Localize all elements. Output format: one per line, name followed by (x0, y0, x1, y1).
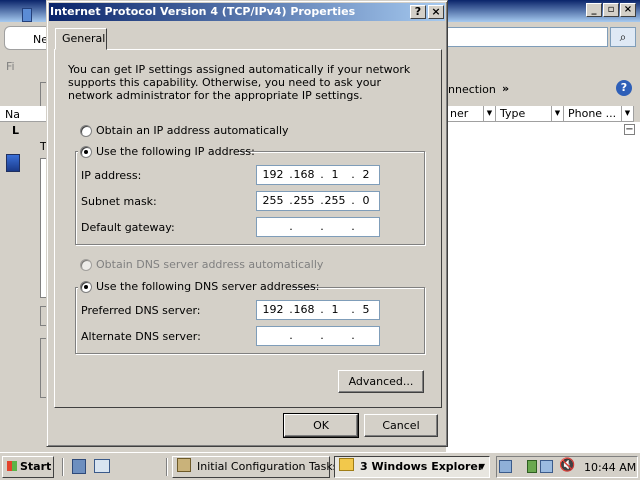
tray-security-icon[interactable] (527, 460, 537, 473)
radio-obtain-dns-auto[interactable] (80, 259, 92, 271)
show-desktop-icon[interactable] (94, 459, 110, 473)
preferred-dns-field[interactable]: 192. 168. 1. 5 (256, 300, 380, 320)
task-initial-configuration[interactable]: Initial Configuration Tasks (172, 456, 339, 478)
radio-obtain-dns-auto-label[interactable]: Obtain DNS server address automatically (96, 258, 323, 271)
chevron-down-icon[interactable]: ▼ (621, 106, 633, 121)
start-button[interactable]: Start (2, 456, 54, 478)
search-input[interactable] (446, 27, 608, 47)
radio-use-static-ip-label[interactable]: Use the following IP address: (96, 145, 255, 158)
task-label: Initial Configuration Tasks (197, 460, 339, 473)
ip-address-label: IP address: (81, 169, 142, 182)
default-gateway-label: Default gateway: (81, 221, 175, 234)
toolbar-more-icon[interactable]: » (502, 82, 509, 95)
list-fragment: L (12, 124, 20, 137)
menu-fragment: Fi (6, 60, 15, 73)
folder-icon (339, 458, 354, 471)
help-button[interactable]: ? (410, 5, 426, 19)
network-tray-icon[interactable] (540, 460, 553, 473)
chevron-down-icon[interactable]: ▼ (483, 106, 495, 121)
help-icon[interactable]: ? (616, 80, 632, 96)
volume-muted-icon[interactable]: 🔇 (559, 458, 575, 474)
column-fragment: Na (5, 108, 20, 121)
column-header-phone[interactable]: Phone ... ▼ (564, 106, 634, 122)
subnet-mask-field[interactable]: 255. 255. 255. 0 (256, 191, 380, 211)
advanced-button[interactable]: Advanced... (338, 370, 424, 393)
search-icon[interactable]: ⌕ (610, 27, 636, 47)
network-icon (6, 154, 20, 172)
default-gateway-field[interactable]: . . . (256, 217, 380, 237)
task-label: 3 Windows Explorer (360, 460, 484, 473)
radio-use-static-dns-label[interactable]: Use the following DNS server addresses: (96, 280, 319, 293)
start-label: Start (20, 460, 52, 473)
configuration-tasks-icon (177, 458, 191, 472)
ip-address-field[interactable]: 192. 168. 1. 2 (256, 165, 380, 185)
close-button[interactable]: × (428, 5, 444, 19)
collapse-icon[interactable]: − (624, 124, 635, 135)
preferred-dns-label: Preferred DNS server: (81, 304, 201, 317)
clock[interactable]: 10:44 AM (584, 461, 636, 474)
taskbar-separator (62, 458, 64, 476)
taskbar-separator (166, 458, 168, 476)
background-app-icon (22, 8, 32, 22)
chevron-down-icon[interactable]: ▼ (551, 106, 563, 121)
task-windows-explorer[interactable]: 3 Windows Explorer ▼ (334, 456, 490, 478)
toolbar-connection-label[interactable]: nnection (448, 83, 496, 96)
alternate-dns-label: Alternate DNS server: (81, 330, 201, 343)
radio-obtain-ip-auto[interactable] (80, 125, 92, 137)
chevron-down-icon: ▼ (478, 462, 485, 471)
server-manager-icon[interactable] (72, 459, 86, 474)
ok-button[interactable]: OK (283, 413, 359, 438)
radio-use-static-dns[interactable] (80, 281, 92, 293)
radio-use-static-ip[interactable] (80, 146, 92, 158)
radio-obtain-ip-auto-label[interactable]: Obtain an IP address automatically (96, 124, 289, 137)
column-header-type[interactable]: Type ▼ (496, 106, 564, 122)
restore-icon[interactable]: ▫ (603, 3, 619, 17)
file-list-area (446, 122, 640, 452)
description-text: You can get IP settings assigned automat… (68, 63, 411, 102)
column-header-name[interactable]: ner ▼ (446, 106, 496, 122)
dialog-title: Internet Protocol Version 4 (TCP/IPv4) P… (50, 5, 356, 18)
tab-general[interactable]: General (55, 28, 107, 50)
cancel-button[interactable]: Cancel (364, 414, 438, 437)
windows-logo-icon (7, 461, 17, 471)
minimize-icon[interactable]: _ (586, 3, 602, 17)
alternate-dns-field[interactable]: . . . (256, 326, 380, 346)
tray-app-icon[interactable] (499, 460, 512, 473)
subnet-mask-label: Subnet mask: (81, 195, 157, 208)
close-icon[interactable]: × (620, 3, 636, 17)
